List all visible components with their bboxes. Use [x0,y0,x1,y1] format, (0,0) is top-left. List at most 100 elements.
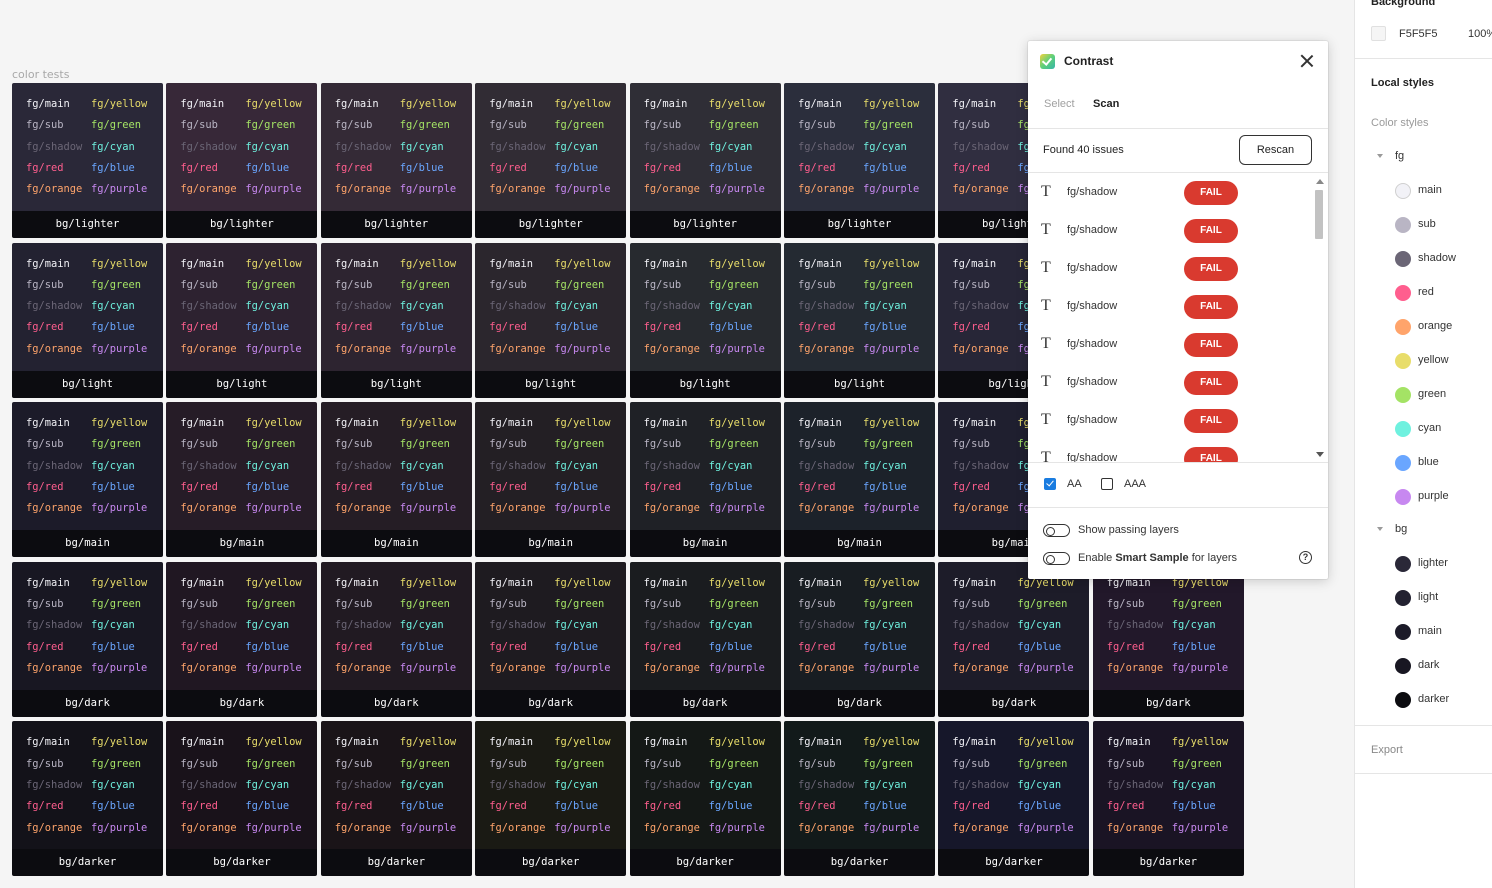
fg-sample-label[interactable]: fg/shadow [798,778,854,799]
bg-label[interactable]: bg/lighter [12,211,163,238]
fg-sample-label[interactable]: fg/main [952,97,1008,118]
fg-sample-label[interactable]: fg/blue [91,640,147,661]
fg-sample-label[interactable]: fg/sub [180,278,236,299]
fg-sample-label[interactable]: fg/blue [1172,799,1228,820]
fg-sample-label[interactable]: fg/sub [798,118,854,139]
fg-sample-label[interactable]: fg/red [335,320,391,341]
bg-label[interactable]: bg/darker [475,849,627,877]
show-passing-toggle[interactable] [1043,524,1070,537]
fg-sample-label[interactable]: fg/shadow [644,140,700,161]
fg-sample-label[interactable]: fg/shadow [952,299,1008,320]
fg-sample-label[interactable]: fg/cyan [1017,778,1073,799]
issue-row[interactable]: Tfg/shadow FAIL [1028,174,1310,212]
scrollbar-thumb[interactable] [1315,190,1323,239]
fg-sample-label[interactable]: fg/red [798,640,854,661]
fg-sample-label[interactable]: fg/yellow [91,97,147,118]
fg-sample-label[interactable]: fg/yellow [863,735,919,756]
fg-sample-label[interactable]: fg/blue [91,799,147,820]
fg-sample-label[interactable]: fg/purple [245,661,301,682]
fg-sample-label[interactable]: fg/main [489,257,545,278]
fg-sample-label[interactable]: fg/orange [798,661,854,682]
fg-sample-label[interactable]: fg/red [489,161,545,182]
fg-sample-label[interactable]: fg/shadow [952,618,1008,639]
fg-sample-label[interactable]: fg/yellow [91,576,147,597]
fg-sample-label[interactable]: fg/blue [709,320,765,341]
fg-sample-label[interactable]: fg/yellow [1017,735,1073,756]
fg-sample-label[interactable]: fg/blue [400,640,456,661]
fg-sample-label[interactable]: fg/purple [400,182,456,203]
fg-sample-label[interactable]: fg/cyan [709,140,765,161]
fg-sample-label[interactable]: fg/red [26,799,82,820]
fg-sample-label[interactable]: fg/shadow [335,778,391,799]
fg-sample-label[interactable]: fg/orange [1107,821,1163,842]
fg-sample-label[interactable]: fg/blue [863,320,919,341]
fg-sample-label[interactable]: fg/red [644,799,700,820]
fg-sample-label[interactable]: fg/cyan [400,459,456,480]
fg-sample-label[interactable]: fg/blue [91,480,147,501]
fg-sample-label[interactable]: fg/shadow [26,618,82,639]
fg-sample-label[interactable]: fg/sub [952,278,1008,299]
fg-sample-label[interactable]: fg/yellow [400,257,456,278]
fg-sample-label[interactable]: fg/main [26,257,82,278]
bg-label[interactable]: bg/lighter [475,211,627,238]
fg-sample-label[interactable]: fg/blue [709,480,765,501]
issue-row[interactable]: Tfg/shadow FAIL [1028,440,1310,462]
fg-sample-label[interactable]: fg/shadow [798,459,854,480]
color-tile[interactable]: fg/mainfg/subfg/shadowfg/redfg/orangefg/… [938,721,1090,877]
fg-sample-label[interactable]: fg/green [91,757,147,778]
bg-label[interactable]: bg/lighter [166,211,318,238]
bg-label[interactable]: bg/lighter [629,211,781,238]
fg-sample-label[interactable]: fg/purple [554,342,610,363]
fg-sample-label[interactable]: fg/green [1017,757,1073,778]
color-tile[interactable]: fg/mainfg/subfg/shadowfg/redfg/orangefg/… [475,242,627,398]
aa-checkbox[interactable] [1044,478,1056,490]
fg-sample-label[interactable]: fg/purple [1017,821,1073,842]
fg-sample-label[interactable]: fg/red [798,799,854,820]
fg-sample-label[interactable]: fg/main [180,97,236,118]
bg-label[interactable]: bg/dark [475,689,627,717]
fg-sample-label[interactable]: fg/orange [489,342,545,363]
fg-sample-label[interactable]: fg/main [180,416,236,437]
close-icon[interactable] [1298,52,1316,70]
fg-sample-label[interactable]: fg/orange [644,182,700,203]
fg-sample-label[interactable]: fg/purple [245,342,301,363]
scroll-up-icon[interactable] [1316,179,1324,184]
color-tile[interactable]: fg/mainfg/subfg/shadowfg/redfg/orangefg/… [784,721,935,877]
fg-sample-label[interactable]: fg/sub [26,278,82,299]
fg-sample-label[interactable]: fg/shadow [952,778,1008,799]
bg-label[interactable]: bg/light [475,370,627,398]
bg-label[interactable]: bg/dark [629,689,781,717]
fg-sample-label[interactable]: fg/red [335,480,391,501]
fg-sample-label[interactable]: fg/orange [798,342,854,363]
chevron-down-icon[interactable] [1377,527,1383,532]
fg-sample-label[interactable]: fg/green [245,437,301,458]
fg-sample-label[interactable]: fg/main [335,257,391,278]
fg-sample-label[interactable]: fg/sub [335,118,391,139]
fg-sample-label[interactable]: fg/red [489,480,545,501]
color-tile[interactable]: fg/mainfg/subfg/shadowfg/redfg/orangefg/… [166,561,318,717]
bg-label[interactable]: bg/main [475,530,627,558]
fg-sample-label[interactable]: fg/main [952,576,1008,597]
fg-sample-label[interactable]: fg/blue [91,161,147,182]
bg-label[interactable]: bg/darker [938,849,1090,877]
color-tile[interactable]: fg/mainfg/subfg/shadowfg/redfg/orangefg/… [475,83,627,238]
fg-sample-label[interactable]: fg/purple [709,501,765,522]
fg-sample-label[interactable]: fg/purple [245,501,301,522]
aaa-checkbox[interactable] [1101,478,1113,490]
fg-sample-label[interactable]: fg/sub [798,597,854,618]
fg-sample-label[interactable]: fg/green [863,597,919,618]
background-opacity[interactable]: 100% [1468,28,1492,40]
issue-row[interactable]: Tfg/shadow FAIL [1028,212,1310,250]
fg-sample-label[interactable]: fg/red [489,640,545,661]
issues-list[interactable]: Tfg/shadow FAIL Tfg/shadow FAIL Tfg/shadow FA… [1028,172,1328,463]
fg-sample-label[interactable]: fg/cyan [91,778,147,799]
fg-sample-label[interactable]: fg/red [180,799,236,820]
fg-sample-label[interactable]: fg/green [245,757,301,778]
fg-sample-label[interactable]: fg/sub [644,278,700,299]
fg-sample-label[interactable]: fg/main [798,257,854,278]
fg-sample-label[interactable]: fg/shadow [644,299,700,320]
fg-sample-label[interactable]: fg/orange [952,661,1008,682]
fg-sample-label[interactable]: fg/sub [180,437,236,458]
color-tile[interactable]: fg/mainfg/subfg/shadowfg/redfg/orangefg/… [629,721,781,877]
fg-sample-label[interactable]: fg/orange [335,821,391,842]
